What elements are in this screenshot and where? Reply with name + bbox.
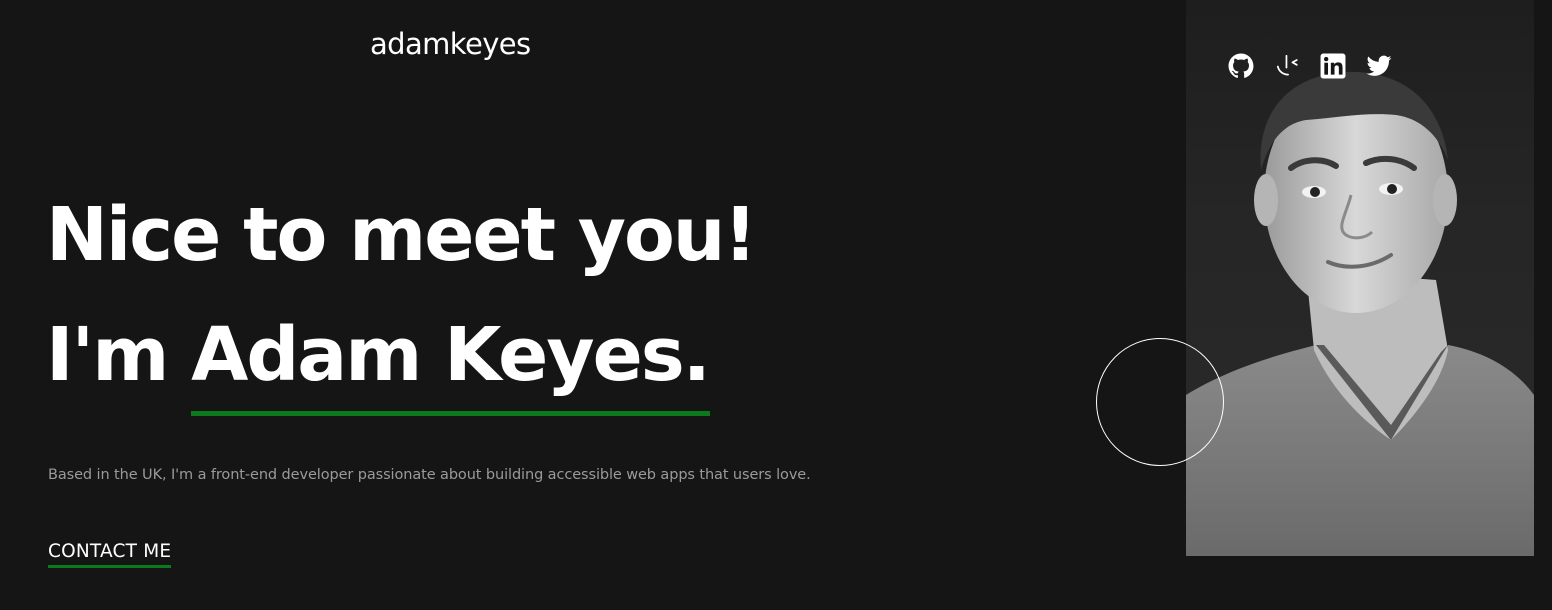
frontend-mentor-link[interactable] (1274, 53, 1300, 79)
profile-photo-illustration (1186, 71, 1534, 556)
profile-photo (1186, 0, 1534, 556)
intro-text: Based in the UK, I'm a front-end develop… (48, 467, 811, 483)
hero-heading-prefix: I'm (46, 312, 192, 398)
hero-heading-line-1: Nice to meet you! (46, 192, 757, 278)
twitter-link[interactable] (1366, 53, 1392, 79)
hero-name: Adam Keyes. (191, 312, 711, 398)
linkedin-icon (1320, 53, 1346, 79)
hero-heading-line-2: I'm Adam Keyes. (46, 312, 711, 398)
decorative-circle (1096, 338, 1224, 466)
frontend-mentor-icon (1274, 53, 1300, 79)
github-link[interactable] (1228, 53, 1254, 79)
github-icon (1228, 53, 1254, 79)
name-underline (191, 411, 710, 416)
site-logo[interactable]: adamkeyes (370, 30, 531, 59)
social-links (1228, 53, 1392, 79)
contact-me-button[interactable]: CONTACT ME (48, 542, 172, 569)
linkedin-link[interactable] (1320, 53, 1346, 79)
twitter-icon (1366, 53, 1392, 79)
